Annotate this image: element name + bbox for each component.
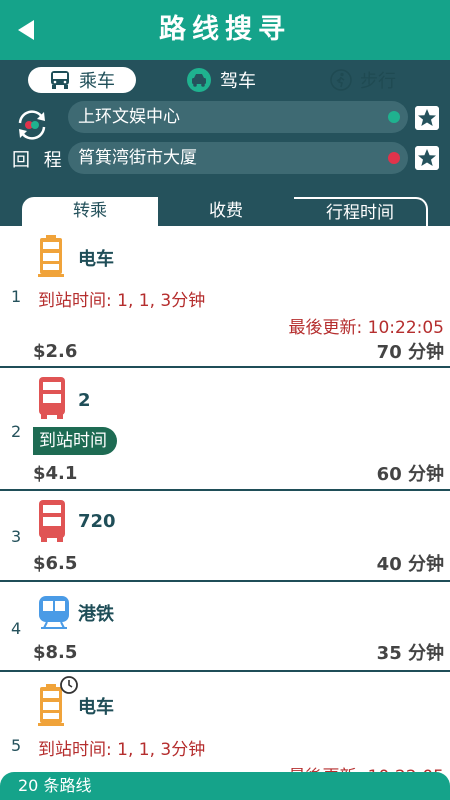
route-price: $8.5 [33,642,78,663]
return-trip-label[interactable]: 回 程 [12,146,66,172]
route-item[interactable]: 电车 1 到站时间: 1, 1, 3分钟 最後更新: 10:22:05 $2.6… [0,226,450,368]
route-duration: 40 分钟 [376,554,444,575]
bus-icon [39,500,65,542]
route-name: 电车 [78,697,114,718]
mode-tab-drive[interactable]: 驾车 [186,67,256,93]
mode-tab-walk[interactable]: 步行 [330,67,396,93]
mode-transit-label: 乘车 [79,71,115,92]
tram-icon [38,235,64,277]
search-panel: 乘车 驾车 步行 回 程 上环文娱中心 筲箕湾街市大厦 转乘 收费 行程时间 [0,60,450,226]
destination-field[interactable]: 筲箕湾街市大厦 [68,142,408,174]
mode-drive-label: 驾车 [220,71,256,92]
route-name: 720 [78,511,116,532]
route-price: $4.1 [33,463,78,484]
mode-walk-label: 步行 [360,71,396,92]
tab-fee[interactable]: 收费 [158,197,294,226]
route-index: 2 [11,422,22,441]
origin-text: 上环文娱中心 [78,107,180,127]
origin-marker-icon [388,111,400,123]
favorite-origin-star-icon[interactable] [415,106,439,130]
route-count-bar[interactable]: 20 条路线 [0,772,450,800]
route-item[interactable]: 港铁 4 $8.5 35 分钟 [0,582,450,672]
route-index: 1 [11,287,22,306]
route-duration: 35 分钟 [376,643,444,664]
route-index: 5 [11,736,22,755]
clock-icon [60,676,78,694]
route-name: 电车 [78,249,114,270]
route-item[interactable]: 720 3 $6.5 40 分钟 [0,491,450,582]
mode-tab-transit[interactable]: 乘车 [28,67,136,93]
tab-travel-time[interactable]: 行程时间 [294,197,428,226]
arrival-time-button[interactable]: 到站时间 [33,427,117,455]
car-icon [187,68,211,92]
destination-text: 筲箕湾街市大厦 [78,148,197,168]
tab-transfer[interactable]: 转乘 [22,197,158,226]
route-name: 港铁 [78,604,114,625]
favorite-destination-star-icon[interactable] [415,146,439,170]
arrival-time: 到站时间: 1, 1, 3分钟 [38,740,206,760]
walk-icon [330,69,352,91]
route-item[interactable]: 电车 5 到站时间: 1, 1, 3分钟 最後更新: 10:22:05 [0,672,450,774]
route-index: 4 [11,619,22,638]
mtr-icon [39,596,69,629]
route-name: 2 [78,390,91,411]
app-header: 路线搜寻 [0,0,450,60]
route-duration: 60 分钟 [376,464,444,485]
arrival-time: 到站时间: 1, 1, 3分钟 [38,291,206,311]
page-title: 路线搜寻 [159,14,291,45]
last-updated: 最後更新: 10:22:05 [288,318,444,338]
route-price: $6.5 [33,553,78,574]
destination-marker-icon [388,152,400,164]
bus-icon [39,377,65,419]
route-duration: 70 分钟 [376,342,444,363]
route-list: 电车 1 到站时间: 1, 1, 3分钟 最後更新: 10:22:05 $2.6… [0,226,450,774]
origin-field[interactable]: 上环文娱中心 [68,101,408,133]
result-sort-tabs: 转乘 收费 行程时间 [22,197,428,226]
route-index: 3 [11,527,22,546]
bus-icon [51,71,69,89]
route-price: $2.6 [33,341,78,362]
swap-direction-icon[interactable] [14,107,50,143]
route-item[interactable]: 2 2 到站时间 $4.1 60 分钟 [0,368,450,491]
